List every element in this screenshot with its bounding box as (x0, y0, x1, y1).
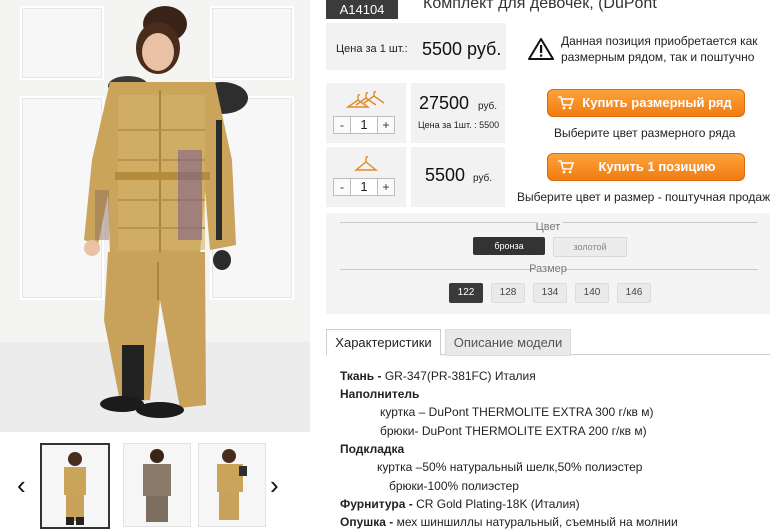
buy-size-range-label: Купить размерный ряд (582, 95, 732, 110)
notice-line-2: размерным рядом, так и поштучно (561, 50, 755, 64)
size-range-price-box: 27500 руб. Цена за 1шт. : 5500 (411, 83, 505, 143)
product-main-image[interactable] (0, 0, 310, 432)
spec-hardware-label: Фурнитура - (340, 497, 413, 511)
spec-filler-jacket: куртка – DuPont THERMOLITE EXTRA 300 г/к… (380, 405, 654, 419)
purchase-notice: Данная позиция приобретается как размерн… (509, 23, 770, 70)
girl-in-snowsuit-photo (84, 6, 248, 418)
size-range-quantity-input[interactable]: 1 (351, 116, 377, 134)
spec-trim-value: мех шиншиллы натуральный, съемный на мол… (393, 515, 678, 529)
color-option-bronze[interactable]: бронза (473, 237, 545, 255)
color-option-gold[interactable]: золотой (553, 237, 627, 257)
buy-single-button[interactable]: Купить 1 позицию (547, 153, 745, 181)
size-option-146[interactable]: 146 (617, 283, 651, 303)
thumbnail-photo (143, 449, 171, 522)
tab-description[interactable]: Описание модели (445, 329, 571, 356)
spec-fabric-value: GR-347(PR-381FC) Италия (381, 369, 536, 383)
buy-size-range-button[interactable]: Купить размерный ряд (547, 89, 745, 117)
unit-price-value: 5500 руб. (422, 39, 502, 59)
thumbnail-photo (64, 452, 86, 525)
size-range-currency: руб. (478, 101, 498, 112)
product-title: Комплект для девочек, (DuPont (423, 0, 657, 12)
thumbnail-1[interactable] (40, 443, 110, 529)
hangers-icon (346, 91, 385, 108)
size-range-qty-box: - 1 + (326, 83, 406, 143)
single-hint: Выберите цвет и размер - поштучная прода… (517, 190, 770, 204)
size-range-stepper: - 1 + (333, 116, 395, 134)
cart-icon (558, 160, 574, 174)
notice-text: Данная позиция приобретается как размерн… (561, 33, 758, 65)
size-title: Размер (529, 263, 567, 275)
spec-hardware: Фурнитура - CR Gold Plating-18K (Италия) (340, 497, 580, 511)
single-plus-button[interactable]: + (377, 178, 395, 196)
thumbnail-2[interactable] (123, 443, 191, 527)
notice-line-1: Данная позиция приобретается как (561, 34, 758, 48)
single-stepper: - 1 + (333, 178, 395, 196)
single-currency: руб. (473, 173, 493, 184)
size-option-140[interactable]: 140 (575, 283, 609, 303)
unit-price-box: Цена за 1 шт.: 5500 руб. (326, 23, 506, 70)
spec-trim-label: Опушка - (340, 515, 394, 529)
thumbnail-photo (217, 449, 247, 520)
spec-fabric: Ткань - GR-347(PR-381FC) Италия (340, 369, 536, 383)
spec-fabric-label: Ткань - (340, 369, 382, 383)
spec-hardware-value: CR Gold Plating-18K (Италия) (412, 497, 580, 511)
warning-icon (528, 38, 554, 60)
spec-filler-pants: брюки- DuPont THERMOLITE EXTRA 200 г/кв … (380, 424, 647, 438)
tab-characteristics[interactable]: Характеристики (326, 329, 441, 356)
hanger-icon (354, 156, 378, 171)
size-option-128[interactable]: 128 (491, 283, 525, 303)
single-quantity-input[interactable]: 1 (351, 178, 377, 196)
options-panel: Цвет бронза золотой Размер 122 128 134 1… (326, 213, 770, 314)
cart-icon (558, 96, 574, 110)
details-tabs: Характеристики Описание модели (326, 327, 770, 356)
color-title: Цвет (535, 221, 561, 233)
single-minus-button[interactable]: - (333, 178, 351, 196)
single-price: 5500 (425, 165, 466, 185)
size-range-per-unit: Цена за 1шт. : 5500 (418, 120, 500, 130)
size-range-plus-button[interactable]: + (377, 116, 395, 134)
size-option-134[interactable]: 134 (533, 283, 567, 303)
single-price-box: 5500 руб. (411, 147, 505, 207)
spec-filler-label: Наполнитель (340, 387, 420, 401)
spec-lining-jacket: куртка –50% натуральный шелк,50% полиэст… (377, 460, 643, 474)
single-qty-box: - 1 + (326, 147, 406, 207)
size-range-hint: Выберите цвет размерного ряда (554, 126, 736, 140)
size-range-minus-button[interactable]: - (333, 116, 351, 134)
spec-trim: Опушка - мех шиншиллы натуральный, съемн… (340, 515, 678, 529)
gallery-next-button[interactable]: › (270, 472, 279, 498)
thumbnail-strip: ‹ › (0, 432, 310, 529)
buy-single-label: Купить 1 позицию (598, 159, 716, 174)
gallery-prev-button[interactable]: ‹ (17, 472, 26, 498)
spec-lining-pants: брюки-100% полиэстер (389, 479, 519, 493)
thumbnail-3[interactable] (198, 443, 266, 527)
size-range-price: 27500 (419, 93, 470, 113)
spec-lining-label: Подкладка (340, 442, 405, 456)
unit-price-label: Цена за 1 шт.: (336, 43, 408, 55)
sku-badge: A14104 (326, 0, 398, 19)
size-option-122[interactable]: 122 (449, 283, 483, 303)
